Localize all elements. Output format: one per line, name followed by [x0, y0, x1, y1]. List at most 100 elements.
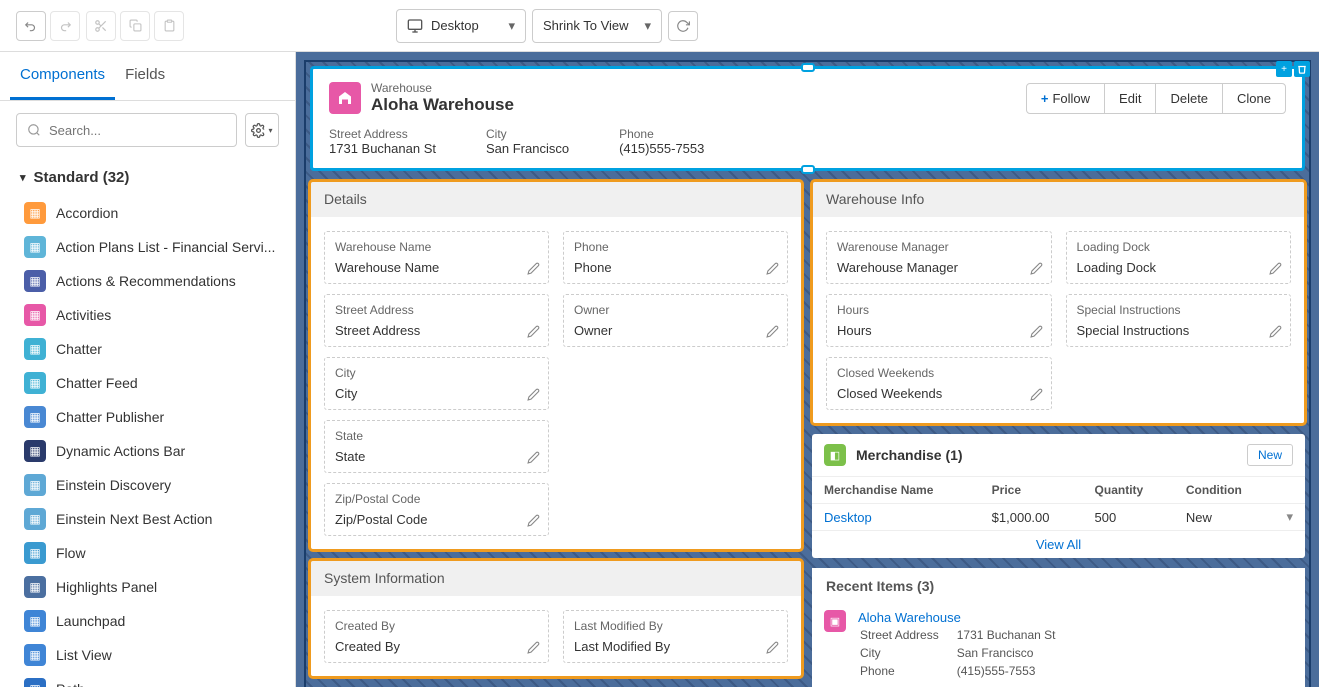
sidebar-item[interactable]: ▦Actions & Recommendations: [0, 264, 295, 298]
record-link[interactable]: Aloha Warehouse: [858, 610, 1073, 625]
paste-button[interactable]: [154, 11, 184, 41]
clone-button[interactable]: Clone: [1222, 84, 1285, 113]
field-value: Phone: [574, 260, 777, 275]
sidebar-item-label: Accordion: [56, 205, 118, 221]
edit-button[interactable]: Edit: [1104, 84, 1155, 113]
field-label: Street Address: [860, 627, 955, 643]
view-all-link[interactable]: View All: [812, 530, 1305, 558]
details-panel[interactable]: Details Warehouse NameWarehouse NameStre…: [310, 181, 802, 550]
field-box[interactable]: OwnerOwner: [563, 294, 788, 347]
field-box[interactable]: Closed WeekendsClosed Weekends: [826, 357, 1052, 410]
canvas: + Warehouse Aloha Warehouse +Follow Edit…: [296, 52, 1319, 687]
field-box[interactable]: Last Modified ByLast Modified By: [563, 610, 788, 663]
sidebar-item[interactable]: ▦Einstein Discovery: [0, 468, 295, 502]
highlights-panel[interactable]: + Warehouse Aloha Warehouse +Follow Edit…: [310, 66, 1305, 171]
pencil-icon[interactable]: [527, 262, 540, 275]
sidebar: Components Fields ▾ ▾ Standard (32) ▦Acc…: [0, 52, 296, 687]
field-value: Warehouse Name: [335, 260, 538, 275]
redo-button[interactable]: [50, 11, 80, 41]
pencil-icon[interactable]: [766, 641, 779, 654]
record-link[interactable]: Desktop: [824, 510, 872, 525]
add-component-button[interactable]: +: [1276, 61, 1292, 77]
search-input[interactable]: [49, 123, 226, 138]
pencil-icon[interactable]: [1269, 325, 1282, 338]
field-label: City: [486, 127, 569, 141]
chevron-down-icon: ▾: [644, 18, 651, 34]
delete-component-button[interactable]: [1294, 61, 1310, 77]
refresh-button[interactable]: [668, 11, 698, 41]
undo-button[interactable]: [16, 11, 46, 41]
pencil-icon[interactable]: [1030, 325, 1043, 338]
pencil-icon[interactable]: [527, 641, 540, 654]
field-box[interactable]: Zip/Postal CodeZip/Postal Code: [324, 483, 549, 536]
sidebar-item[interactable]: ▦Activities: [0, 298, 295, 332]
field-box[interactable]: Warehouse NameWarehouse Name: [324, 231, 549, 284]
col-cond: Condition: [1174, 477, 1275, 504]
sidebar-item[interactable]: ▦Path: [0, 672, 295, 687]
sidebar-item[interactable]: ▦Einstein Next Best Action: [0, 502, 295, 536]
follow-button[interactable]: +Follow: [1027, 84, 1104, 113]
field-value: Loading Dock: [1077, 260, 1281, 275]
resize-handle-top[interactable]: [801, 63, 815, 72]
field-box[interactable]: PhonePhone: [563, 231, 788, 284]
cell-price: $1,000.00: [980, 504, 1083, 531]
sidebar-item[interactable]: ▦Flow: [0, 536, 295, 570]
field-value: San Francisco: [486, 141, 569, 156]
field-box[interactable]: Street AddressStreet Address: [324, 294, 549, 347]
new-button[interactable]: New: [1247, 444, 1293, 466]
resize-handle-bottom[interactable]: [801, 165, 815, 174]
field-box[interactable]: Loading DockLoading Dock: [1066, 231, 1292, 284]
chevron-down-icon: ▾: [20, 171, 26, 184]
device-select[interactable]: Desktop ▾: [396, 9, 526, 43]
sidebar-item[interactable]: ▦List View: [0, 638, 295, 672]
pencil-icon[interactable]: [527, 325, 540, 338]
pencil-icon[interactable]: [766, 262, 779, 275]
gear-icon: [251, 123, 266, 138]
sidebar-item[interactable]: ▦Accordion: [0, 196, 295, 230]
sidebar-item[interactable]: ▦Highlights Panel: [0, 570, 295, 604]
pencil-icon[interactable]: [527, 388, 540, 401]
desktop-icon: [407, 18, 423, 34]
field-box[interactable]: Created ByCreated By: [324, 610, 549, 663]
field-label: Special Instructions: [1077, 303, 1281, 317]
col-qty: Quantity: [1083, 477, 1174, 504]
sidebar-item-label: Actions & Recommendations: [56, 273, 236, 289]
settings-button[interactable]: ▾: [245, 113, 279, 147]
pencil-icon[interactable]: [1030, 388, 1043, 401]
sidebar-item[interactable]: ▦Chatter: [0, 332, 295, 366]
sidebar-item[interactable]: ▦Chatter Publisher: [0, 400, 295, 434]
sidebar-item[interactable]: ▦Action Plans List - Financial Servi...: [0, 230, 295, 264]
tab-fields[interactable]: Fields: [115, 52, 175, 100]
field-box[interactable]: HoursHours: [826, 294, 1052, 347]
field-value: City: [335, 386, 538, 401]
sidebar-item[interactable]: ▦Launchpad: [0, 604, 295, 638]
field-value: Created By: [335, 639, 538, 654]
field-box[interactable]: City City: [324, 357, 549, 410]
field-label: Warenouse Manager: [837, 240, 1041, 254]
zoom-select[interactable]: Shrink To View ▾: [532, 9, 662, 43]
copy-button[interactable]: [120, 11, 150, 41]
field-label: City: [335, 366, 538, 380]
merchandise-related-list[interactable]: ◧ Merchandise (1) New Merchandise Name P…: [812, 434, 1305, 558]
pencil-icon[interactable]: [1030, 262, 1043, 275]
sidebar-item[interactable]: ▦Chatter Feed: [0, 366, 295, 400]
panel-title: System Information: [310, 560, 802, 596]
row-menu-button[interactable]: ▾: [1286, 509, 1293, 524]
system-info-panel[interactable]: System Information Created ByCreated By L…: [310, 560, 802, 677]
section-standard[interactable]: ▾ Standard (32): [0, 159, 295, 196]
warehouse-info-panel[interactable]: Warehouse Info Warenouse ManagerWarehous…: [812, 181, 1305, 424]
field-box[interactable]: Warenouse ManagerWarehouse Manager: [826, 231, 1052, 284]
tab-components[interactable]: Components: [10, 52, 115, 100]
pencil-icon[interactable]: [1269, 262, 1282, 275]
field-box[interactable]: Special InstructionsSpecial Instructions: [1066, 294, 1292, 347]
cell-cond: New: [1174, 504, 1275, 531]
pencil-icon[interactable]: [527, 451, 540, 464]
pencil-icon[interactable]: [766, 325, 779, 338]
recent-items-panel[interactable]: Recent Items (3) ▣Aloha WarehouseStreet …: [812, 568, 1305, 687]
pencil-icon[interactable]: [527, 514, 540, 527]
cut-button[interactable]: [86, 11, 116, 41]
sidebar-item[interactable]: ▦Dynamic Actions Bar: [0, 434, 295, 468]
field-label: Phone: [619, 127, 704, 141]
delete-button[interactable]: Delete: [1155, 84, 1222, 113]
field-box[interactable]: StateState: [324, 420, 549, 473]
